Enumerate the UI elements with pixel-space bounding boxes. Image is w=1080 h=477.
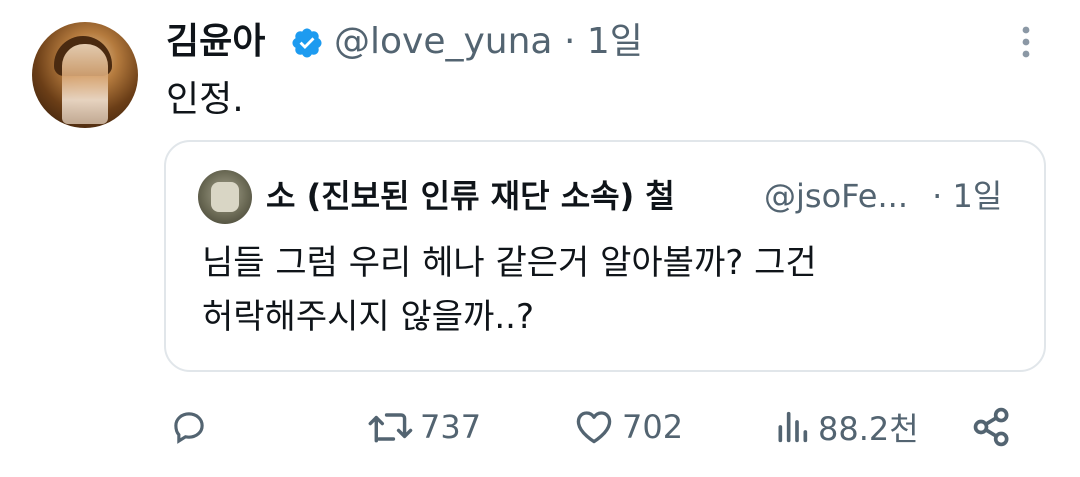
quoted-time: 1일	[952, 177, 1003, 215]
tweet-time[interactable]: 1일	[587, 21, 643, 62]
like-button[interactable]: 702	[572, 402, 683, 452]
tweet-text: 인정.	[166, 79, 244, 120]
separator-dot: ·	[563, 21, 576, 62]
avatar-face	[211, 182, 239, 212]
separator-dot: ·	[932, 177, 943, 215]
views-icon	[778, 411, 808, 443]
quoted-tweet-text: 님들 그럼 우리 헤나 같은거 알아볼까? 그건 허락해주시지 않을까..?	[202, 236, 1002, 344]
like-icon	[576, 411, 612, 444]
retweet-icon	[368, 413, 413, 443]
views-button[interactable]: 88.2천	[772, 402, 919, 452]
retweet-button[interactable]: 737	[366, 402, 481, 452]
quoted-tweet-card[interactable]: 소 (진보된 인류 재단 소속) 철 @jsoFe... · 1일 님들 그럼 …	[164, 140, 1046, 372]
quoted-author-name: 소 (진보된 인류 재단 소속) 철	[266, 177, 675, 215]
author-handle-line[interactable]: @love_yuna · 1일	[334, 18, 643, 66]
reply-button[interactable]	[168, 402, 216, 452]
quoted-text-line: 허락해주시지 않을까..?	[202, 297, 534, 337]
retweet-count: 737	[420, 408, 482, 446]
reply-icon	[174, 412, 204, 444]
quoted-author-avatar[interactable]	[198, 170, 252, 224]
author-name[interactable]: 김윤아	[166, 18, 265, 66]
like-count: 702	[622, 408, 684, 446]
more-options-icon[interactable]	[1016, 22, 1036, 62]
share-button[interactable]	[970, 402, 1014, 452]
author-avatar[interactable]	[32, 22, 138, 128]
share-icon	[973, 407, 1009, 447]
views-count: 88.2천	[818, 410, 919, 448]
quoted-handle-line: @jsoFe... · 1일	[764, 174, 1002, 218]
avatar-figure	[62, 44, 108, 124]
quoted-handle: @jsoFe...	[764, 177, 908, 215]
author-handle[interactable]: @love_yuna	[334, 21, 552, 62]
quoted-text-line: 님들 그럼 우리 헤나 같은거 알아볼까? 그건	[202, 243, 817, 283]
verified-badge-icon	[292, 28, 322, 58]
